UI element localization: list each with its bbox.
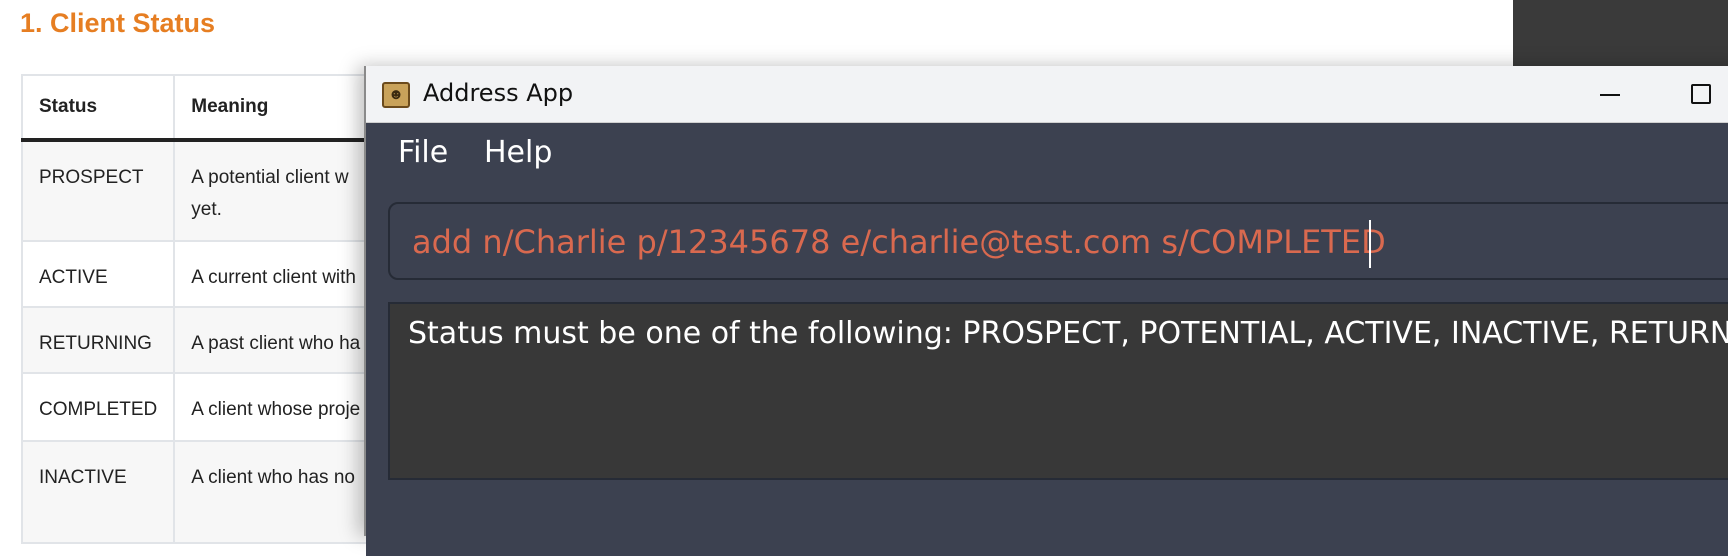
result-message: Status must be one of the following: PRO… [408, 316, 1728, 351]
client-status-table: Status Meaning PROSPECT A potential clie… [20, 74, 411, 544]
table-row: COMPLETED A client whose proje [20, 372, 411, 442]
minimize-button[interactable] [1580, 74, 1640, 114]
table-cell-status: PROSPECT [20, 139, 176, 242]
table-cell-status: RETURNING [20, 306, 176, 374]
command-input[interactable] [412, 220, 1728, 264]
command-box [388, 202, 1728, 280]
table-row: ACTIVE A current client with [20, 240, 411, 308]
table-cell-status: INACTIVE [20, 440, 176, 544]
person-list-area [366, 496, 1728, 556]
table-row: RETURNING A past client who ha [20, 306, 411, 374]
address-app-window: ☻ Address App File Help Status must be o… [364, 66, 1728, 556]
background-window [1513, 0, 1728, 70]
menu-help[interactable]: Help [484, 135, 552, 170]
window-title: Address App [423, 79, 574, 107]
result-display: Status must be one of the following: PRO… [388, 302, 1728, 480]
table-header-status: Status [20, 74, 176, 142]
menu-file[interactable]: File [398, 135, 448, 170]
table-row: PROSPECT A potential client w yet. [20, 139, 411, 242]
menu-bar: File Help [366, 123, 1728, 189]
address-book-icon: ☻ [382, 82, 410, 108]
text-cursor [1369, 220, 1371, 268]
title-bar[interactable]: ☻ Address App [366, 66, 1728, 123]
table-cell-status: ACTIVE [20, 240, 176, 308]
table-cell-status: COMPLETED [20, 372, 176, 442]
maximize-button[interactable] [1672, 74, 1728, 114]
doc-title: 1. Client Status [20, 8, 216, 38]
table-row: INACTIVE A client who has no [20, 440, 411, 544]
